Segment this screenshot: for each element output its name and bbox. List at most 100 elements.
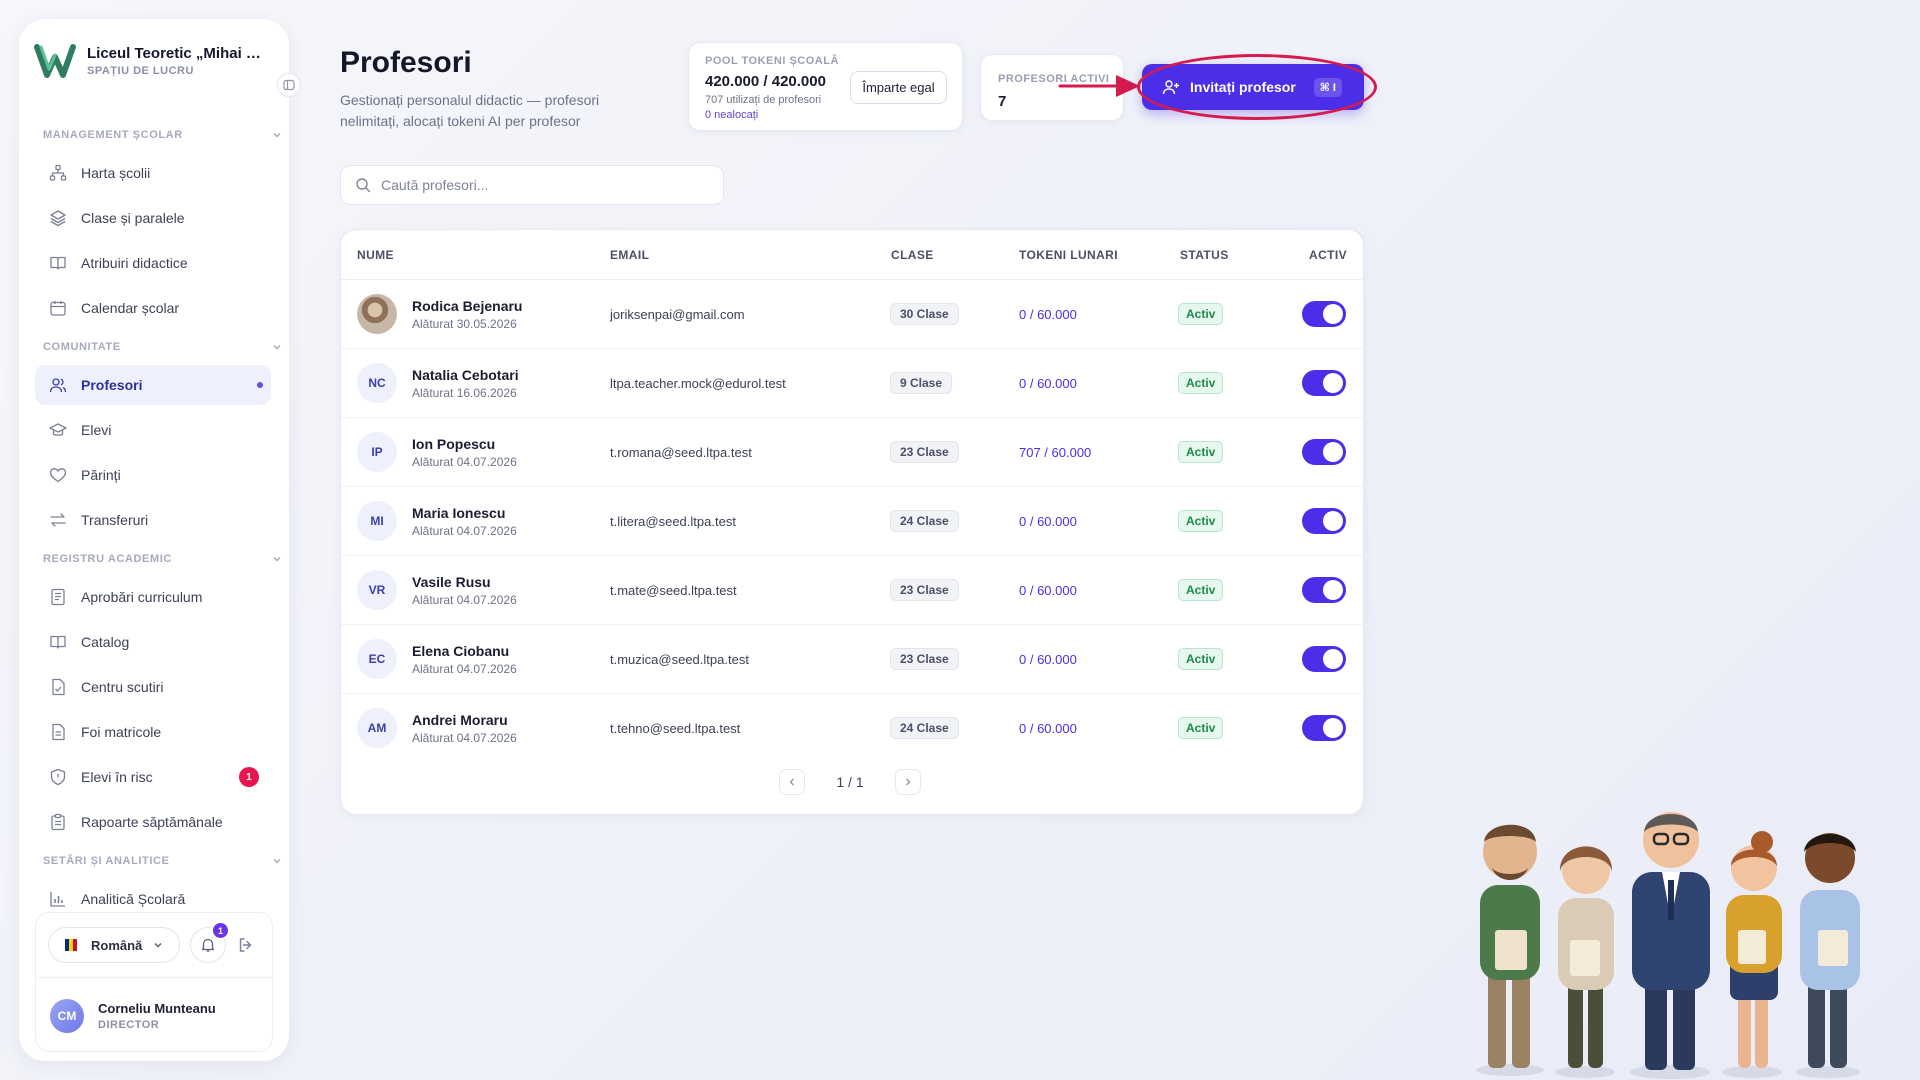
section-comunitate[interactable]: COMUNITATE	[43, 337, 283, 357]
sidebar-item-atribuiri[interactable]: Atribuiri didactice	[35, 243, 271, 283]
section-title: MANAGEMENT ȘCOLAR	[43, 129, 183, 141]
section-management[interactable]: MANAGEMENT ȘCOLAR	[43, 125, 283, 145]
active-toggle[interactable]	[1302, 577, 1346, 603]
sidebar-item-rapoarte[interactable]: Rapoarte săptămânale	[35, 802, 271, 842]
pool-unallocated-link[interactable]: 0 nealocați	[705, 109, 758, 121]
classes-badge[interactable]: 23 Clase	[890, 579, 959, 601]
active-toggle[interactable]	[1302, 508, 1346, 534]
bar-chart-icon	[50, 892, 65, 907]
active-toggle[interactable]	[1302, 439, 1346, 465]
monthly-tokens[interactable]: 707 / 60.000	[1019, 445, 1091, 460]
sidebar-item-foi-matricole[interactable]: Foi matricole	[35, 712, 271, 752]
table-row[interactable]: IP Ion Popescu Alăturat 04.07.2026 t.rom…	[341, 418, 1365, 487]
avatar: CM	[50, 998, 84, 1033]
active-toggle[interactable]	[1302, 370, 1346, 396]
classes-badge[interactable]: 24 Clase	[890, 510, 959, 532]
column-header-name[interactable]: NUME	[357, 248, 394, 262]
table-row[interactable]: EC Elena Ciobanu Alăturat 04.07.2026 t.m…	[341, 625, 1365, 694]
teacher-figure	[1722, 831, 1782, 1078]
search-box[interactable]	[340, 165, 724, 205]
sidebar-item-elevi[interactable]: Elevi	[35, 410, 271, 450]
risk-count-badge: 1	[239, 767, 259, 787]
section-title: REGISTRU ACADEMIC	[43, 553, 172, 565]
active-indicator-dot	[257, 382, 263, 388]
classes-badge[interactable]: 30 Clase	[890, 303, 959, 325]
monthly-tokens[interactable]: 0 / 60.000	[1019, 721, 1077, 736]
pool-label: POOL TOKENI ȘCOALĂ	[705, 55, 839, 67]
column-header-tokens[interactable]: TOKENI LUNARI	[1019, 248, 1118, 262]
sidebar-item-label: Harta școlii	[81, 165, 151, 181]
active-toggle[interactable]	[1302, 301, 1346, 327]
sidebar-item-label: Calendar școlar	[81, 300, 180, 316]
invite-teacher-button[interactable]: Invitați profesor ⌘ I	[1142, 64, 1364, 110]
section-setari[interactable]: SETĂRI ȘI ANALITICE	[43, 851, 283, 871]
sidebar-item-transferuri[interactable]: Transferuri	[35, 500, 271, 540]
avatar: IP	[357, 432, 397, 472]
split-equally-button[interactable]: Împarte egal	[850, 71, 947, 104]
teacher-email: t.romana@seed.ltpa.test	[610, 445, 752, 460]
status-badge: Activ	[1178, 372, 1224, 394]
users-icon	[49, 378, 67, 393]
active-toggle[interactable]	[1302, 715, 1346, 741]
sidebar-item-centru-scutiri[interactable]: Centru scutiri	[35, 667, 271, 707]
notifications-button[interactable]: 1	[190, 923, 228, 963]
column-header-classes[interactable]: CLASE	[891, 248, 934, 262]
teachers-table: NUME EMAIL CLASE TOKENI LUNARI STATUS AC…	[340, 229, 1365, 815]
column-header-active[interactable]: ACTIV	[1309, 248, 1347, 262]
monthly-tokens[interactable]: 0 / 60.000	[1019, 376, 1077, 391]
table-row[interactable]: NC Natalia Cebotari Alăturat 16.06.2026 …	[341, 349, 1365, 418]
classes-badge[interactable]: 23 Clase	[890, 648, 959, 670]
user-name: Corneliu Munteanu	[98, 1000, 216, 1016]
joined-date: Alăturat 04.07.2026	[412, 662, 517, 676]
column-header-email[interactable]: EMAIL	[610, 248, 649, 262]
next-page-button[interactable]	[895, 769, 921, 795]
table-row[interactable]: Rodica Bejenaru Alăturat 30.05.2026 jori…	[341, 280, 1365, 349]
sidebar-item-harta-scolii[interactable]: Harta școlii	[35, 153, 271, 193]
monthly-tokens[interactable]: 0 / 60.000	[1019, 514, 1077, 529]
book-open-icon	[50, 635, 66, 649]
sidebar: Liceul Teoretic „Mihai Emi... SPAȚIU DE …	[19, 19, 301, 1061]
logout-icon[interactable]	[236, 935, 256, 955]
chevron-down-icon	[154, 942, 162, 948]
table-row[interactable]: VR Vasile Rusu Alăturat 04.07.2026 t.mat…	[341, 556, 1365, 625]
classes-badge[interactable]: 9 Clase	[890, 372, 953, 394]
search-input[interactable]	[381, 177, 711, 193]
pool-value: 420.000 / 420.000	[705, 73, 826, 90]
teacher-name: Ion Popescu	[412, 436, 496, 452]
avatar: EC	[357, 639, 397, 679]
table-row[interactable]: AM Andrei Moraru Alăturat 04.07.2026 t.t…	[341, 694, 1365, 763]
teacher-email: t.tehno@seed.ltpa.test	[610, 721, 741, 736]
file-text-icon	[52, 723, 65, 741]
language-selector[interactable]: Română	[48, 927, 180, 963]
sidebar-item-catalog[interactable]: Catalog	[35, 622, 271, 662]
chevron-left-icon	[789, 778, 794, 786]
romania-flag-icon	[65, 939, 77, 951]
classes-badge[interactable]: 24 Clase	[890, 717, 959, 739]
sidebar-item-parinti[interactable]: Părinți	[35, 455, 271, 495]
layers-icon	[50, 210, 66, 227]
school-brand[interactable]: Liceul Teoretic „Mihai Emi... SPAȚIU DE …	[33, 37, 273, 85]
monthly-tokens[interactable]: 0 / 60.000	[1019, 652, 1077, 667]
active-toggle[interactable]	[1302, 646, 1346, 672]
sidebar-item-aprobari[interactable]: Aprobări curriculum	[35, 577, 271, 617]
graduation-cap-icon	[49, 423, 67, 436]
sidebar-item-clase[interactable]: Clase și paralele	[35, 198, 271, 238]
previous-page-button[interactable]	[779, 769, 805, 795]
sidebar-item-elevi-risc[interactable]: Elevi în risc 1	[35, 757, 271, 797]
status-badge: Activ	[1178, 717, 1224, 739]
monthly-tokens[interactable]: 0 / 60.000	[1019, 307, 1077, 322]
table-row[interactable]: MI Maria Ionescu Alăturat 04.07.2026 t.l…	[341, 487, 1365, 556]
shield-icon	[50, 768, 66, 786]
classes-badge[interactable]: 23 Clase	[890, 441, 959, 463]
sidebar-item-profesori[interactable]: Profesori	[35, 365, 271, 405]
sidebar-item-calendar[interactable]: Calendar școlar	[35, 288, 271, 328]
monthly-tokens[interactable]: 0 / 60.000	[1019, 583, 1077, 598]
sidebar-item-label: Rapoarte săptămânale	[81, 814, 223, 830]
column-header-status[interactable]: STATUS	[1180, 248, 1229, 262]
collapse-sidebar-button[interactable]	[277, 73, 301, 97]
teacher-email: ltpa.teacher.mock@edurol.test	[610, 376, 786, 391]
user-profile[interactable]: CM Corneliu Munteanu DIRECTOR	[36, 977, 274, 1053]
chevron-down-icon	[273, 858, 281, 864]
section-registru[interactable]: REGISTRU ACADEMIC	[43, 549, 283, 569]
teacher-name: Elena Ciobanu	[412, 643, 510, 659]
